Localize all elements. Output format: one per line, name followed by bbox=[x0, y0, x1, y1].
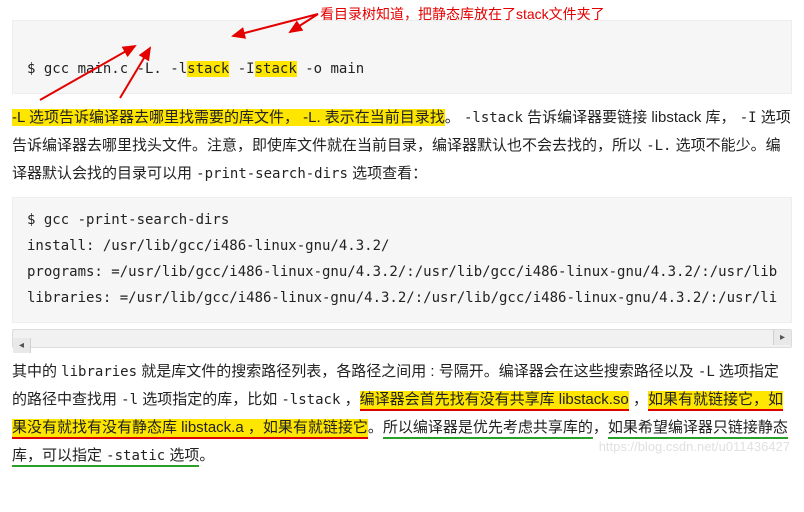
code-highlight-stack2: stack bbox=[255, 61, 297, 77]
paragraph-explain-options: -L 选项告诉编译器去哪里找需要的库文件， -L. 表示在当前目录找。 -lst… bbox=[0, 104, 804, 188]
inline-code: -L bbox=[698, 364, 715, 380]
inline-code: libraries bbox=[61, 364, 137, 380]
horizontal-scrollbar[interactable]: ◂ ▸ bbox=[12, 329, 792, 348]
paragraph-libraries-explain: 其中的 libraries 就是库文件的搜索路径列表，各路径之间用 : 号隔开。… bbox=[0, 358, 804, 469]
inline-code: -l bbox=[121, 392, 138, 408]
code-text: -o main bbox=[297, 61, 364, 77]
underline-shared-priority: 所以编译器是优先考虑共享库的 bbox=[383, 419, 593, 439]
scroll-left-button[interactable]: ◂ bbox=[13, 338, 31, 353]
highlight-shared-lib: 编译器会首先找有没有共享库 libstack.so bbox=[360, 391, 629, 411]
annotation-text: 看目录树知道，把静态库放在了stack文件夹了 bbox=[320, 2, 605, 28]
inline-code: -L. bbox=[646, 138, 671, 154]
inline-code: -print-search-dirs bbox=[196, 166, 348, 182]
code-text: -I bbox=[229, 61, 254, 77]
code-text: $ gcc main.c -L. -l bbox=[27, 61, 187, 77]
code-highlight-stack1: stack bbox=[187, 61, 229, 77]
code-block-search-dirs: $ gcc -print-search-dirs install: /usr/l… bbox=[12, 197, 792, 323]
inline-code: -I bbox=[740, 110, 757, 126]
code-block-compile: $ gcc main.c -L. -lstack -Istack -o main bbox=[12, 20, 792, 94]
inline-code: -lstack bbox=[464, 110, 523, 126]
scroll-right-button[interactable]: ▸ bbox=[773, 330, 791, 345]
inline-code: -static bbox=[106, 448, 165, 464]
highlight-L-option: -L 选项告诉编译器去哪里找需要的库文件， -L. 表示在当前目录找 bbox=[12, 109, 445, 126]
inline-code: -lstack bbox=[281, 392, 340, 408]
